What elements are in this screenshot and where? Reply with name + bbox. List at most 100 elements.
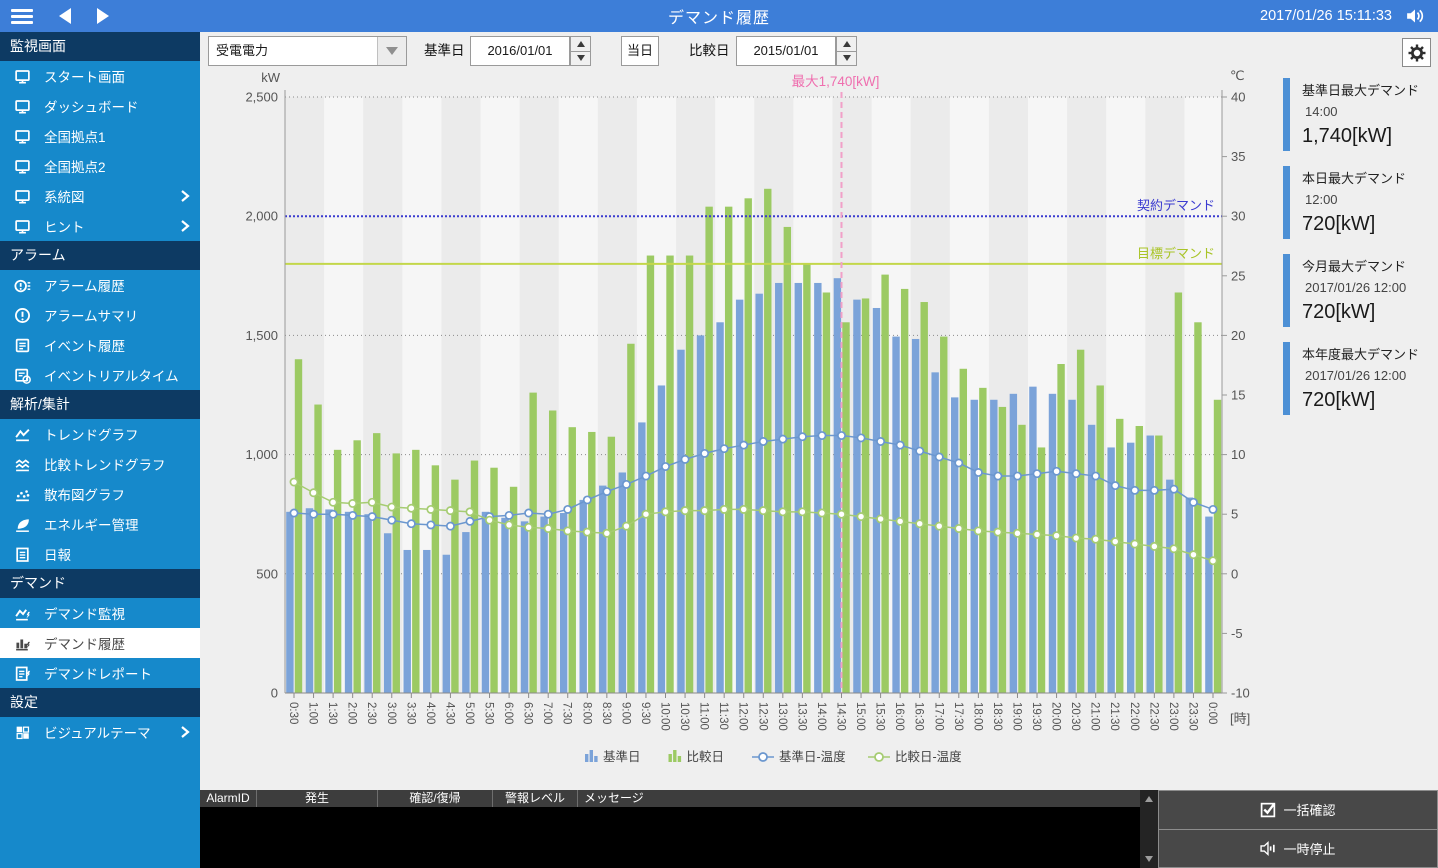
sidebar-item-label: 比較トレンドグラフ — [44, 454, 166, 474]
report-icon — [14, 546, 31, 563]
svg-text:契約デマンド: 契約デマンド — [1137, 198, 1215, 213]
sidebar-item[interactable]: 散布図グラフ — [0, 479, 200, 509]
scroll-down-button[interactable] — [1140, 852, 1158, 866]
svg-text:9:30: 9:30 — [639, 702, 651, 724]
card-accent-bar — [1283, 166, 1290, 239]
sidebar-item[interactable]: デマンド監視 — [0, 598, 200, 628]
alarm-column-header: メッセージ — [578, 790, 1140, 807]
sidebar: 監視画面スタート画面ダッシュボード全国拠点1 全国拠点2系統図ヒントアラームアラー… — [0, 32, 200, 868]
svg-text:1,500: 1,500 — [245, 328, 278, 343]
event-realtime-icon — [14, 367, 31, 384]
sidebar-item[interactable]: ヒント — [0, 211, 200, 241]
chevron-right-icon — [180, 218, 190, 234]
energy-icon — [14, 516, 31, 533]
svg-text:4:30: 4:30 — [443, 702, 455, 724]
svg-text:2:30: 2:30 — [365, 702, 377, 724]
checkbox-check-icon — [1260, 801, 1277, 818]
svg-text:2,500: 2,500 — [245, 90, 278, 105]
sidebar-section-header: アラーム — [0, 241, 200, 270]
svg-text:5: 5 — [1231, 507, 1238, 522]
sidebar-item[interactable]: スタート画面 — [0, 61, 200, 91]
svg-text:30: 30 — [1231, 209, 1245, 224]
svg-text:13:30: 13:30 — [795, 702, 807, 731]
svg-text:2:00: 2:00 — [346, 702, 358, 724]
card-title: 基準日最大デマンド — [1302, 78, 1438, 99]
sidebar-item[interactable]: 系統図 — [0, 181, 200, 211]
svg-text:℃: ℃ — [1230, 70, 1245, 83]
svg-text:5:00: 5:00 — [463, 702, 475, 724]
monitor-icon — [14, 158, 31, 175]
monitor-icon — [14, 218, 31, 235]
card-accent-bar — [1283, 342, 1290, 415]
sidebar-item[interactable]: トレンドグラフ — [0, 419, 200, 449]
sidebar-item-label: 全国拠点1 — [44, 126, 106, 146]
page-title: デマンド履歴 — [0, 4, 1438, 28]
svg-text:0:30: 0:30 — [287, 702, 299, 724]
max-demand-card: 本日最大デマンド12:00720[kW] — [1283, 166, 1438, 239]
sidebar-item[interactable]: デマンドレポート — [0, 658, 200, 688]
sidebar-item[interactable]: アラームサマリ — [0, 300, 200, 330]
svg-text:21:00: 21:00 — [1089, 702, 1101, 731]
event-history-icon — [14, 337, 31, 354]
today-button[interactable]: 当日 — [621, 36, 659, 66]
svg-text:2,000: 2,000 — [245, 209, 278, 224]
sidebar-item[interactable]: ダッシュボード — [0, 91, 200, 121]
sidebar-item[interactable]: エネルギー管理 — [0, 509, 200, 539]
sidebar-item[interactable]: 日報 — [0, 539, 200, 569]
sidebar-item[interactable]: 全国拠点2 — [0, 151, 200, 181]
card-accent-bar — [1283, 78, 1290, 151]
sidebar-item[interactable]: デマンド履歴 — [0, 628, 200, 658]
sidebar-item[interactable]: 比較トレンドグラフ — [0, 449, 200, 479]
compare-date-down-button[interactable] — [836, 52, 857, 67]
alarm-scrollbar[interactable] — [1140, 790, 1158, 868]
pause-button[interactable]: 一時停止 — [1158, 830, 1438, 868]
sidebar-item-label: デマンドレポート — [44, 663, 152, 683]
svg-text:16:00: 16:00 — [893, 702, 905, 731]
sidebar-item[interactable]: イベント履歴 — [0, 330, 200, 360]
speaker-icon[interactable] — [1404, 7, 1426, 25]
down-icon — [577, 55, 585, 61]
sidebar-section-header: 監視画面 — [0, 32, 200, 61]
svg-text:7:30: 7:30 — [561, 702, 573, 724]
sidebar-item-label: デマンド監視 — [44, 603, 125, 623]
card-title: 今月最大デマンド — [1302, 254, 1438, 275]
svg-text:22:30: 22:30 — [1147, 702, 1159, 731]
compare-date-input[interactable]: 2015/01/01 — [736, 36, 836, 66]
batch-confirm-button[interactable]: 一括確認 — [1158, 790, 1438, 830]
base-date-input[interactable]: 2016/01/01 — [470, 36, 570, 66]
sidebar-item-label: イベント履歴 — [44, 335, 125, 355]
compare-date-up-button[interactable] — [836, 36, 857, 52]
svg-text:1:30: 1:30 — [326, 702, 338, 724]
card-time: 12:00 — [1302, 187, 1438, 207]
sidebar-item-label: アラーム履歴 — [44, 275, 125, 295]
settings-button[interactable] — [1402, 38, 1431, 67]
card-value: 720[kW] — [1302, 295, 1438, 324]
measure-select[interactable]: 受電電力 — [208, 36, 407, 66]
base-date-down-button[interactable] — [570, 52, 591, 67]
dropdown-caret[interactable] — [377, 37, 406, 65]
demand-report-icon — [14, 665, 31, 682]
max-demand-card: 基準日最大デマンド14:001,740[kW] — [1283, 78, 1438, 151]
scroll-up-button[interactable] — [1140, 792, 1158, 806]
sidebar-item[interactable]: 全国拠点1 — [0, 121, 200, 151]
sidebar-item-label: アラームサマリ — [44, 305, 138, 325]
alarm-history-icon — [14, 277, 31, 294]
svg-text:18:30: 18:30 — [991, 702, 1003, 731]
svg-text:[時]: [時] — [1230, 711, 1250, 726]
sidebar-item[interactable]: アラーム履歴 — [0, 270, 200, 300]
sidebar-item[interactable]: イベントリアルタイム — [0, 360, 200, 390]
chevron-right-icon — [180, 188, 190, 204]
scroll-up-icon — [1145, 796, 1153, 802]
svg-text:基準日: 基準日 — [603, 749, 641, 764]
sidebar-item-label: イベントリアルタイム — [44, 365, 179, 385]
max-demand-card: 今月最大デマンド2017/01/26 12:00720[kW] — [1283, 254, 1438, 327]
chevron-right-icon — [180, 724, 190, 740]
card-title: 本日最大デマンド — [1302, 166, 1438, 187]
svg-text:14:30: 14:30 — [834, 702, 846, 731]
card-time: 14:00 — [1302, 99, 1438, 119]
svg-text:5:30: 5:30 — [483, 702, 495, 724]
card-value: 1,740[kW] — [1302, 119, 1438, 148]
svg-text:11:30: 11:30 — [717, 702, 729, 730]
base-date-up-button[interactable] — [570, 36, 591, 52]
sidebar-item[interactable]: ビジュアルテーマ — [0, 717, 200, 747]
